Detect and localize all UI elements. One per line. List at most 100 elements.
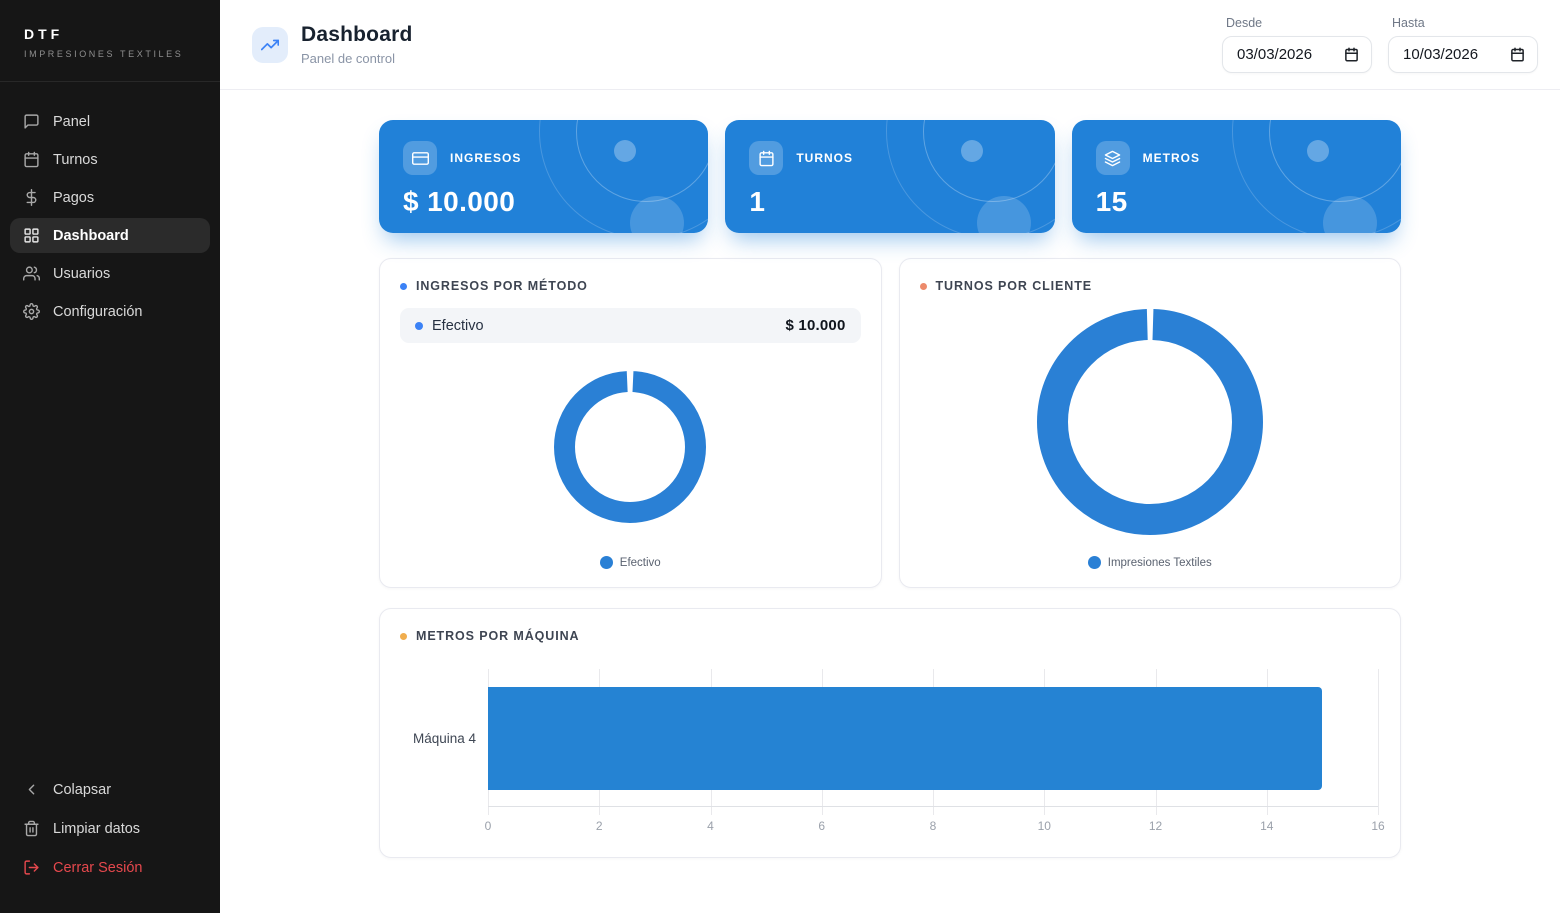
sidebar-item-label: Usuarios (53, 266, 110, 282)
stats-row: INGRESOS $ 10.000 TURNOS (379, 120, 1401, 233)
date-to-label: Hasta (1392, 16, 1538, 30)
logout-button[interactable]: Cerrar Sesión (10, 850, 210, 885)
sidebar-item-configuracion[interactable]: Configuración (10, 294, 210, 329)
sidebar-item-label: Pagos (53, 190, 94, 206)
x-tick-label: 2 (596, 819, 603, 833)
date-from-input[interactable]: 03/03/2026 (1222, 36, 1372, 73)
sidebar-item-label: Panel (53, 114, 90, 130)
x-tick-label: 16 (1371, 819, 1384, 833)
method-dot (415, 322, 423, 330)
method-name: Efectivo (415, 318, 484, 334)
trending-up-icon (252, 27, 288, 63)
method-value: $ 10.000 (786, 317, 846, 334)
sidebar-item-label: Dashboard (53, 228, 129, 244)
sidebar-item-turnos[interactable]: Turnos (10, 142, 210, 177)
page-subtitle: Panel de control (301, 51, 413, 66)
gear-icon (23, 303, 40, 320)
calendar-icon[interactable] (1510, 47, 1525, 62)
bar-plot-area (488, 669, 1378, 807)
stat-value: 1 (749, 186, 1030, 218)
dashboard-content: INGRESOS $ 10.000 TURNOS (220, 90, 1560, 913)
logout-icon (23, 859, 40, 876)
calendar-icon (749, 141, 783, 175)
users-icon (23, 265, 40, 282)
gridline (1378, 669, 1379, 815)
footer-item-label: Colapsar (53, 782, 111, 798)
trash-icon (23, 820, 40, 837)
clear-data-button[interactable]: Limpiar datos (10, 811, 210, 846)
sidebar: DTF IMPRESIONES TEXTILES Panel Turnos Pa… (0, 0, 220, 913)
x-tick-label: 12 (1149, 819, 1162, 833)
date-from-value: 03/03/2026 (1237, 46, 1312, 63)
title-dot (400, 633, 407, 640)
legend-item-efectivo[interactable]: Efectivo (400, 556, 861, 571)
stat-label: TURNOS (796, 151, 853, 165)
calendar-icon[interactable] (1344, 47, 1359, 62)
calendar-icon (23, 151, 40, 168)
chat-icon (23, 113, 40, 130)
donut-chart-ingresos (554, 371, 706, 528)
page-title: Dashboard (301, 23, 413, 47)
legend-dot (1088, 556, 1101, 569)
date-to-value: 10/03/2026 (1403, 46, 1478, 63)
page-header: Dashboard Panel de control Desde 03/03/2… (220, 0, 1560, 90)
date-to-input[interactable]: 10/03/2026 (1388, 36, 1538, 73)
stat-label: INGRESOS (450, 151, 521, 165)
date-from-label: Desde (1226, 16, 1372, 30)
date-from-group: Desde 03/03/2026 (1222, 16, 1372, 73)
title-dot (920, 283, 927, 290)
sidebar-item-panel[interactable]: Panel (10, 104, 210, 139)
main-area: Dashboard Panel de control Desde 03/03/2… (220, 0, 1560, 913)
legend-dot (600, 556, 613, 569)
brand-tagline: IMPRESIONES TEXTILES (24, 49, 196, 59)
legend-label: Efectivo (620, 557, 661, 569)
stat-value: $ 10.000 (403, 186, 684, 218)
date-to-group: Hasta 10/03/2026 (1388, 16, 1538, 73)
stat-card-turnos: TURNOS 1 (725, 120, 1054, 233)
x-axis-line (488, 806, 1378, 807)
bar-maquina-4 (488, 687, 1322, 790)
charts-row: INGRESOS POR MÉTODO Efectivo $ 10.000 (379, 258, 1401, 588)
method-row-efectivo: Efectivo $ 10.000 (400, 308, 861, 343)
sidebar-nav: Panel Turnos Pagos Dashboard Usuarios Co… (0, 82, 220, 762)
chart-title: INGRESOS POR MÉTODO (400, 279, 861, 293)
dashboard-grid-icon (23, 227, 40, 244)
chart-title: METROS POR MÁQUINA (400, 629, 1380, 643)
footer-item-label: Limpiar datos (53, 821, 140, 837)
chart-title: TURNOS POR CLIENTE (920, 279, 1381, 293)
sidebar-footer: Colapsar Limpiar datos Cerrar Sesión (0, 762, 220, 913)
stat-card-metros: METROS 15 (1072, 120, 1401, 233)
footer-item-label: Cerrar Sesión (53, 860, 142, 876)
stat-value: 15 (1096, 186, 1377, 218)
x-tick-label: 4 (707, 819, 714, 833)
bar-category-label: Máquina 4 (400, 669, 488, 807)
chevron-left-icon (23, 781, 40, 798)
x-tick-label: 6 (818, 819, 825, 833)
chart-card-ingresos-por-metodo: INGRESOS POR MÉTODO Efectivo $ 10.000 (379, 258, 882, 588)
chart-card-turnos-por-cliente: TURNOS POR CLIENTE Impresiones Textiles (899, 258, 1402, 588)
header-titles: Dashboard Panel de control (301, 23, 413, 66)
x-tick-label: 8 (930, 819, 937, 833)
x-axis-ticks: 0246810121416 (488, 819, 1378, 843)
bar-chart-metros: Máquina 4 0246810121416 (400, 669, 1380, 843)
sidebar-item-dashboard[interactable]: Dashboard (10, 218, 210, 253)
x-tick-label: 10 (1038, 819, 1051, 833)
stat-label: METROS (1143, 151, 1200, 165)
x-tick-label: 0 (485, 819, 492, 833)
sidebar-item-label: Configuración (53, 304, 142, 320)
layers-icon (1096, 141, 1130, 175)
dollar-icon (23, 189, 40, 206)
credit-card-icon (403, 141, 437, 175)
collapse-sidebar-button[interactable]: Colapsar (10, 772, 210, 807)
brand-name: DTF (24, 26, 196, 42)
stat-card-ingresos: INGRESOS $ 10.000 (379, 120, 708, 233)
donut-chart-turnos (1037, 309, 1263, 540)
title-dot (400, 283, 407, 290)
brand-logo: DTF IMPRESIONES TEXTILES (0, 0, 220, 82)
app-window: DTF IMPRESIONES TEXTILES Panel Turnos Pa… (0, 0, 1560, 913)
chart-card-metros-por-maquina: METROS POR MÁQUINA Máquina 4 0 2 4 6 8 10 12 14… (379, 608, 1401, 858)
x-tick-label: 14 (1260, 819, 1273, 833)
sidebar-item-pagos[interactable]: Pagos (10, 180, 210, 215)
legend-item-impresiones-textiles[interactable]: Impresiones Textiles (920, 556, 1381, 571)
sidebar-item-usuarios[interactable]: Usuarios (10, 256, 210, 291)
